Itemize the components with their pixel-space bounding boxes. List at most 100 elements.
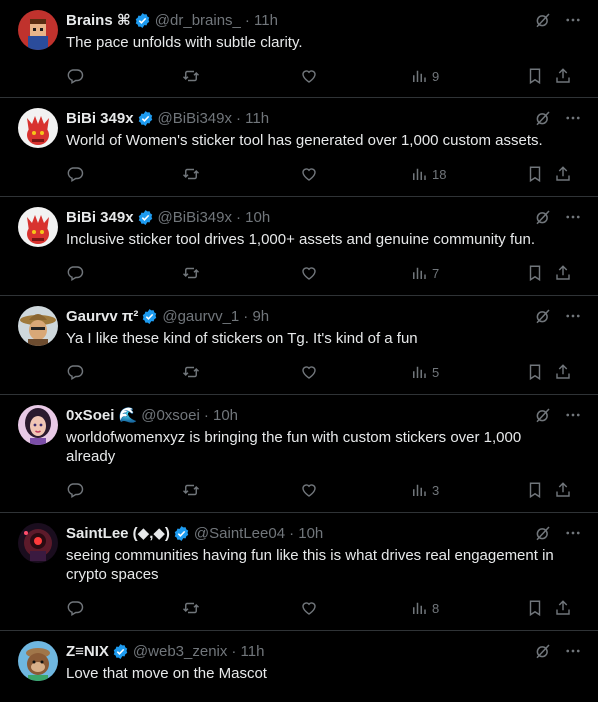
share-button[interactable] — [554, 67, 574, 85]
share-button[interactable] — [554, 363, 574, 381]
views-count: 8 — [432, 600, 440, 616]
timestamp[interactable]: · 10h — [204, 407, 238, 424]
more-options-icon[interactable] — [564, 109, 582, 127]
verified-badge-icon — [137, 209, 154, 226]
pixel-avatar-icon[interactable] — [18, 10, 58, 50]
grok-icon[interactable] — [534, 642, 552, 660]
bookmark-button[interactable] — [526, 481, 554, 499]
tweet[interactable]: BiBi 349x @BiBi349x · 11h World of Women… — [0, 98, 598, 197]
repost-button[interactable] — [182, 481, 300, 499]
tweet-text: The pace unfolds with subtle clarity. — [66, 34, 303, 51]
bookmark-button[interactable] — [526, 363, 554, 381]
tweet[interactable]: Z≡NIX @web3_zenix · 11h Love that move o… — [0, 631, 598, 702]
red-dragon-avatar-icon[interactable] — [18, 207, 58, 247]
timestamp[interactable]: · 10h — [289, 525, 323, 542]
like-button[interactable] — [300, 599, 410, 617]
timestamp[interactable]: · 11h — [231, 643, 264, 660]
more-options-icon[interactable] — [564, 642, 582, 660]
reply-button[interactable] — [66, 599, 182, 617]
like-button[interactable] — [300, 165, 410, 183]
timestamp[interactable]: · 11h — [245, 12, 278, 29]
like-button[interactable] — [300, 67, 410, 85]
views-count: 7 — [432, 265, 440, 281]
user-handle[interactable]: @web3_zenix — [133, 643, 227, 660]
bookmark-button[interactable] — [526, 599, 554, 617]
more-options-icon[interactable] — [564, 307, 582, 325]
reply-button[interactable] — [66, 264, 182, 282]
user-handle[interactable]: @gaurvv_1 — [162, 308, 239, 325]
bookmark-button[interactable] — [526, 67, 554, 85]
woman-avatar-icon[interactable] — [18, 405, 58, 445]
grok-icon[interactable] — [534, 524, 552, 542]
share-button[interactable] — [554, 481, 574, 499]
views-count: 5 — [432, 364, 440, 380]
share-button[interactable] — [554, 599, 574, 617]
display-name[interactable]: BiBi 349x — [66, 110, 134, 127]
share-button[interactable] — [554, 165, 574, 183]
display-name[interactable]: BiBi 349x — [66, 209, 134, 226]
display-name[interactable]: Brains ⌘ — [66, 11, 131, 29]
bookmark-button[interactable] — [526, 264, 554, 282]
tweet[interactable]: Gaurvv π² @gaurvv_1 · 9h Ya I like these… — [0, 296, 598, 395]
repost-button[interactable] — [182, 264, 300, 282]
tweet[interactable]: 0xSoei 🌊 @0xsoei · 10h worldofwomenxyz i… — [0, 395, 598, 513]
views-button[interactable]: 8 — [410, 599, 526, 617]
tweet[interactable]: SaintLee (◆,◆) @SaintLee04 · 10h seeing … — [0, 513, 598, 631]
bookmark-button[interactable] — [526, 165, 554, 183]
display-name[interactable]: 0xSoei 🌊 — [66, 406, 137, 424]
user-handle[interactable]: @dr_brains_ — [155, 12, 241, 29]
grok-icon[interactable] — [534, 406, 552, 424]
views-button[interactable]: 3 — [410, 481, 526, 499]
repost-button[interactable] — [182, 363, 300, 381]
user-handle[interactable]: @BiBi349x — [158, 110, 232, 127]
grok-icon[interactable] — [534, 307, 552, 325]
views-button[interactable]: 7 — [410, 264, 526, 282]
like-button[interactable] — [300, 264, 410, 282]
user-handle[interactable]: @SaintLee04 — [194, 525, 285, 542]
display-name[interactable]: SaintLee (◆,◆) — [66, 524, 170, 542]
more-options-icon[interactable] — [564, 406, 582, 424]
tweet-text: World of Women's sticker tool has genera… — [66, 132, 543, 149]
more-options-icon[interactable] — [564, 524, 582, 542]
like-button[interactable] — [300, 481, 410, 499]
reply-button[interactable] — [66, 481, 182, 499]
tweet-text: Love that move on the Mascot — [66, 665, 267, 682]
repost-button[interactable] — [182, 67, 300, 85]
like-button[interactable] — [300, 363, 410, 381]
user-handle[interactable]: @BiBi349x — [158, 209, 232, 226]
reply-button[interactable] — [66, 165, 182, 183]
tweet-text: seeing communities having fun like this … — [66, 547, 554, 583]
repost-button[interactable] — [182, 165, 300, 183]
reply-feed: Brains ⌘ @dr_brains_ · 11h The pace unfo… — [0, 0, 598, 702]
reply-button[interactable] — [66, 67, 182, 85]
grok-icon[interactable] — [534, 11, 552, 29]
monkey-avatar-icon[interactable] — [18, 641, 58, 681]
tweet[interactable]: BiBi 349x @BiBi349x · 10h Inclusive stic… — [0, 197, 598, 296]
red-dragon-avatar-icon[interactable] — [18, 108, 58, 148]
tweet-text: Inclusive sticker tool drives 1,000+ ass… — [66, 231, 535, 248]
views-button[interactable]: 9 — [410, 67, 526, 85]
share-button[interactable] — [554, 264, 574, 282]
timestamp[interactable]: · 9h — [243, 308, 269, 325]
display-name[interactable]: Gaurvv π² — [66, 308, 138, 325]
straw-hat-avatar-icon[interactable] — [18, 306, 58, 346]
more-options-icon[interactable] — [564, 208, 582, 226]
more-options-icon[interactable] — [564, 11, 582, 29]
reply-button[interactable] — [66, 363, 182, 381]
tweet-text: Ya I like these kind of stickers on Tg. … — [66, 330, 418, 347]
views-button[interactable]: 5 — [410, 363, 526, 381]
tweet[interactable]: Brains ⌘ @dr_brains_ · 11h The pace unfo… — [0, 0, 598, 98]
timestamp[interactable]: · 10h — [236, 209, 270, 226]
display-name[interactable]: Z≡NIX — [66, 643, 109, 660]
robot-avatar-icon[interactable] — [18, 523, 58, 563]
verified-badge-icon — [173, 525, 190, 542]
tweet-text: worldofwomenxyz is bringing the fun with… — [66, 429, 522, 465]
user-handle[interactable]: @0xsoei — [141, 407, 200, 424]
verified-badge-icon — [137, 110, 154, 127]
grok-icon[interactable] — [534, 109, 552, 127]
views-button[interactable]: 18 — [410, 165, 526, 183]
timestamp[interactable]: · 11h — [236, 110, 269, 127]
verified-badge-icon — [112, 643, 129, 660]
grok-icon[interactable] — [534, 208, 552, 226]
repost-button[interactable] — [182, 599, 300, 617]
